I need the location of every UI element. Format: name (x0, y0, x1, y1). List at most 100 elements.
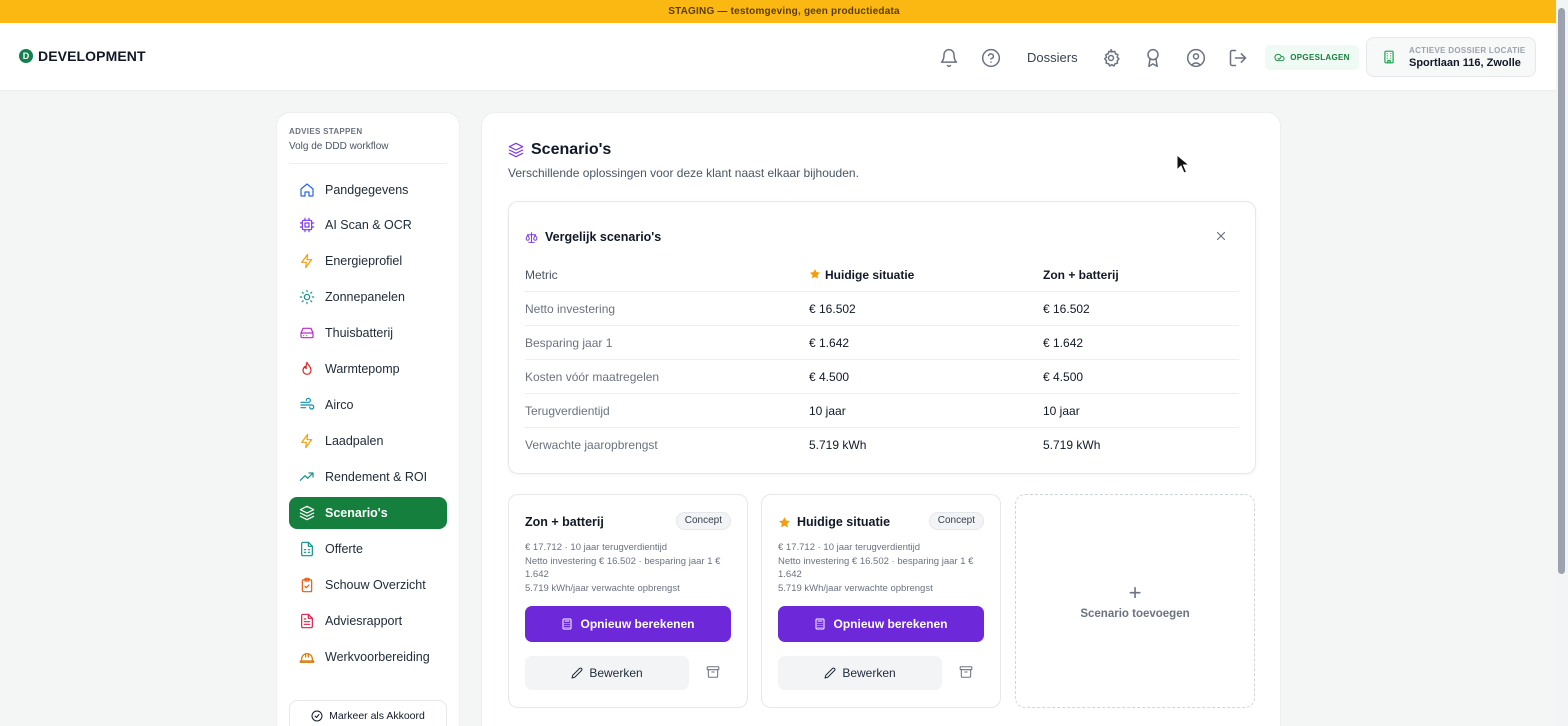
cpu-icon (299, 217, 315, 233)
scenario-details: € 17.712 · 10 jaar terugverdientijd Nett… (525, 541, 735, 595)
sun-icon (299, 289, 315, 305)
sidebar-item-scenarios[interactable]: Scenario's (289, 497, 447, 529)
mouse-cursor-icon (1176, 154, 1190, 174)
add-scenario-label: Scenario toevoegen (1080, 608, 1190, 620)
sidebar-item-label: Scenario's (325, 506, 388, 520)
wind-icon (299, 397, 315, 413)
file-text-icon (299, 613, 315, 629)
page-title: Scenario's (531, 141, 612, 158)
compare-table: Metric Huidige situatie Zon + batterij N… (525, 258, 1239, 462)
award-icon[interactable] (1143, 48, 1163, 68)
check-circle-icon (311, 710, 323, 722)
calculator-icon (814, 618, 826, 630)
recalculate-label: Opnieuw berekenen (580, 617, 695, 631)
flame-icon (299, 361, 315, 377)
status-badge: Concept (928, 512, 984, 530)
saved-status-badge: OPGESLAGEN (1265, 45, 1359, 70)
sidebar-item-label: Pandgegevens (325, 183, 409, 197)
sidebar-item-label: Warmtepomp (325, 362, 400, 376)
sidebar-item-label: Energieprofiel (325, 254, 403, 268)
scale-icon (525, 231, 538, 244)
helmet-icon (299, 649, 315, 665)
sidebar-item-warmtepomp[interactable]: Warmtepomp (289, 353, 447, 385)
metric-label: Besparing jaar 1 (525, 336, 613, 350)
file-sheet-icon (299, 541, 315, 557)
sidebar-item-schouw-overzicht[interactable]: Schouw Overzicht (289, 569, 447, 601)
sidebar-item-thuisbatterij[interactable]: Thuisbatterij (289, 317, 447, 349)
sidebar-item-rendement[interactable]: Rendement & ROI (289, 461, 447, 493)
sidebar-title: ADVIES STAPPEN (289, 127, 363, 136)
brand-name: DEVELOPMENT (38, 48, 146, 64)
metric-value: € 4.500 (1043, 370, 1084, 384)
sidebar-item-werkvoorbereiding[interactable]: Werkvoorbereiding (289, 641, 447, 673)
calculator-icon (561, 618, 573, 630)
metric-label: Terugverdientijd (525, 404, 610, 418)
bell-icon[interactable] (939, 48, 959, 68)
staging-banner: STAGING — testomgeving, geen productieda… (0, 0, 1568, 23)
column-header-current: Huidige situatie (809, 268, 914, 282)
sidebar-item-label: AI Scan & OCR (325, 218, 412, 232)
clipboard-check-icon (299, 577, 315, 593)
battery-icon (299, 325, 315, 341)
archive-icon[interactable] (959, 665, 973, 679)
sidebar-item-energieprofiel[interactable]: Energieprofiel (289, 245, 447, 277)
sidebar-item-label: Rendement & ROI (325, 470, 428, 484)
scenario-summary: € 17.712 · 10 jaar terugverdientijd (525, 542, 668, 553)
settings-icon[interactable] (1101, 48, 1121, 68)
dossiers-link[interactable]: Dossiers (1027, 50, 1078, 65)
edit-label: Bewerken (842, 666, 896, 680)
metric-value: € 1.642 (1043, 336, 1084, 350)
scrollbar-thumb[interactable] (1558, 8, 1565, 574)
table-row: Netto investering € 16.502 € 16.502 (525, 292, 1239, 326)
scenario-name: Huidige situatie (797, 515, 891, 529)
add-scenario-button[interactable]: + Scenario toevoegen (1015, 494, 1255, 708)
recalculate-button[interactable]: Opnieuw berekenen (778, 606, 984, 642)
sidebar-item-label: Zonnepanelen (325, 290, 405, 304)
sidebar-item-label: Airco (325, 398, 354, 412)
user-icon[interactable] (1186, 48, 1206, 68)
scenario-title: Huidige situatie (778, 515, 890, 529)
logout-icon[interactable] (1228, 48, 1248, 68)
edit-button[interactable]: Bewerken (525, 656, 689, 690)
scenarios-panel: Scenario's Verschillende oplossingen voo… (481, 112, 1281, 726)
sidebar-item-label: Adviesrapport (325, 614, 403, 628)
metric-value: 10 jaar (1043, 404, 1080, 418)
sidebar-item-airco[interactable]: Airco (289, 389, 447, 421)
bolt-icon (299, 433, 315, 449)
metric-label: Netto investering (525, 302, 616, 316)
status-badge: Concept (675, 512, 731, 530)
archive-icon[interactable] (706, 665, 720, 679)
scenario-investment: Netto investering € 16.502 · besparing j… (525, 555, 721, 581)
mark-approved-label: Markeer als Akkoord (329, 710, 425, 722)
edit-label: Bewerken (589, 666, 643, 680)
sidebar-item-zonnepanelen[interactable]: Zonnepanelen (289, 281, 447, 313)
top-bar: D DEVELOPMENT Dossiers OPGESLAGEN ACTIEV… (0, 23, 1556, 91)
plus-icon: + (1128, 580, 1142, 605)
sidebar-item-adviesrapport[interactable]: Adviesrapport (289, 605, 447, 637)
location-value: Sportlaan 116, Zwolle (1409, 57, 1521, 69)
sidebar-item-label: Laadpalen (325, 434, 384, 448)
sidebar-item-pandgegevens[interactable]: Pandgegevens (289, 174, 447, 206)
star-icon[interactable] (778, 516, 791, 529)
sidebar-item-offerte[interactable]: Offerte (289, 533, 447, 565)
sidebar-item-laadpalen[interactable]: Laadpalen (289, 425, 447, 457)
help-icon[interactable] (981, 48, 1001, 68)
close-icon[interactable] (1214, 229, 1228, 243)
star-icon (809, 268, 821, 280)
home-icon (299, 182, 315, 198)
scenario-card: Huidige situatie Concept € 17.712 · 10 j… (761, 494, 1001, 708)
compare-title: Vergelijk scenario's (545, 230, 662, 244)
sidebar-item-label: Schouw Overzicht (325, 578, 426, 592)
edit-button[interactable]: Bewerken (778, 656, 942, 690)
brand-mark: D (19, 49, 33, 63)
saved-label: OPGESLAGEN (1290, 53, 1350, 62)
active-dossier-location[interactable]: ACTIEVE DOSSIER LOCATIE Sportlaan 116, Z… (1366, 37, 1536, 77)
sidebar-item-ai-scan[interactable]: AI Scan & OCR (289, 209, 447, 241)
recalculate-button[interactable]: Opnieuw berekenen (525, 606, 731, 642)
column-header-label: Huidige situatie (825, 268, 915, 282)
mark-approved-button[interactable]: Markeer als Akkoord (289, 700, 447, 726)
page-subtitle: Verschillende oplossingen voor deze klan… (508, 166, 859, 180)
table-row: Kosten vóór maatregelen € 4.500 € 4.500 (525, 360, 1239, 394)
brand-logo[interactable]: D DEVELOPMENT (19, 48, 146, 64)
sidebar-item-label: Werkvoorbereiding (325, 650, 430, 664)
